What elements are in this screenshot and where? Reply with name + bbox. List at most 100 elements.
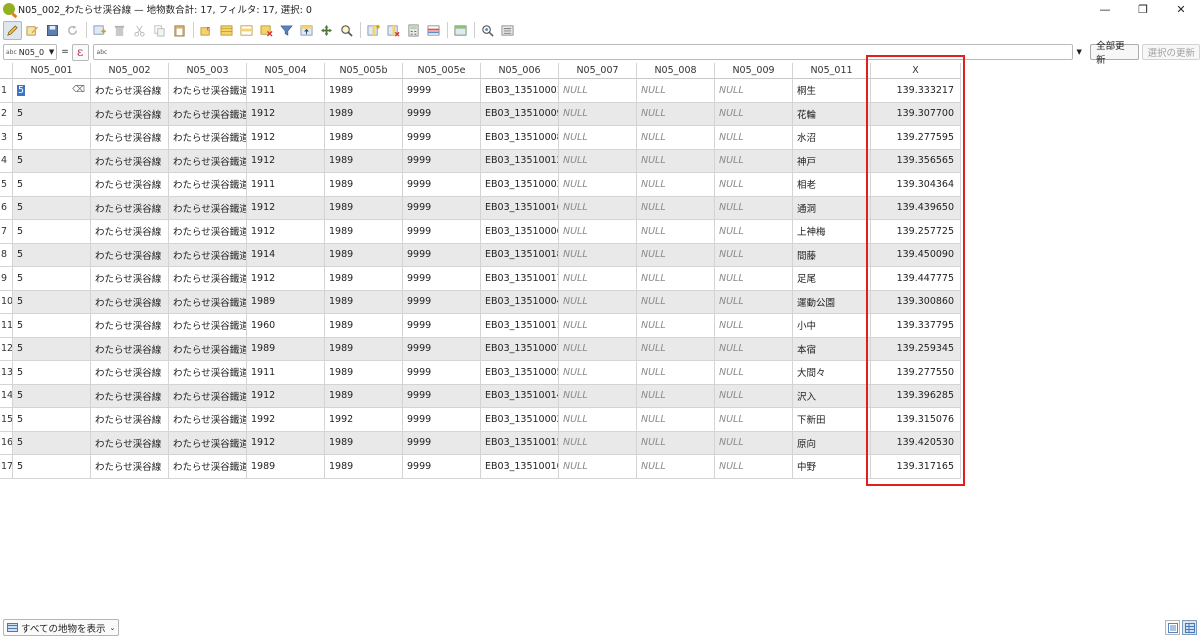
table-cell[interactable]: EB03_13510018: [481, 243, 559, 267]
table-cell[interactable]: わたらせ渓谷線: [91, 408, 169, 432]
column-header[interactable]: N05_001: [13, 63, 91, 79]
table-cell[interactable]: NULL: [637, 79, 715, 103]
table-cell[interactable]: 1989: [325, 173, 403, 197]
table-cell[interactable]: 通洞: [793, 196, 871, 220]
table-cell[interactable]: わたらせ渓谷鐵道: [169, 173, 247, 197]
table-cell[interactable]: NULL: [637, 220, 715, 244]
row-number[interactable]: 15: [0, 408, 13, 432]
conditional-formatting-button[interactable]: [424, 21, 443, 40]
toggle-editing-button[interactable]: [3, 20, 22, 40]
table-cell[interactable]: NULL: [637, 455, 715, 479]
table-row[interactable]: 6 5 わたらせ渓谷線 わたらせ渓谷鐵道 1912 1989 9999 EB03_135100…: [0, 196, 961, 220]
table-cell[interactable]: 1912: [247, 384, 325, 408]
table-cell[interactable]: 9999: [403, 79, 481, 103]
table-cell[interactable]: 5: [13, 267, 91, 291]
table-cell[interactable]: EB03_13510004: [481, 290, 559, 314]
table-cell[interactable]: NULL: [559, 455, 637, 479]
table-cell[interactable]: わたらせ渓谷線: [91, 290, 169, 314]
table-cell[interactable]: EB03_13510005: [481, 361, 559, 385]
table-cell[interactable]: 139.333217: [871, 79, 961, 103]
table-row[interactable]: 15 5 わたらせ渓谷線 わたらせ渓谷鐵道 1992 1992 9999 EB03_13510…: [0, 408, 961, 432]
row-number[interactable]: 17: [0, 455, 13, 479]
table-cell[interactable]: 1912: [247, 267, 325, 291]
row-number[interactable]: 14: [0, 384, 13, 408]
table-row[interactable]: 14 5 わたらせ渓谷線 わたらせ渓谷鐵道 1912 1989 9999 EB03_13510…: [0, 384, 961, 408]
table-cell[interactable]: わたらせ渓谷鐵道: [169, 408, 247, 432]
table-cell[interactable]: EB03_13510014: [481, 384, 559, 408]
table-cell[interactable]: 139.337795: [871, 314, 961, 338]
table-cell[interactable]: EB03_13510016: [481, 196, 559, 220]
table-row[interactable]: 7 5 わたらせ渓谷線 わたらせ渓谷鐵道 1912 1989 9999 EB03_135100…: [0, 220, 961, 244]
table-cell[interactable]: わたらせ渓谷鐵道: [169, 220, 247, 244]
table-cell[interactable]: 足尾: [793, 267, 871, 291]
table-cell[interactable]: NULL: [559, 173, 637, 197]
table-cell[interactable]: 1989: [325, 455, 403, 479]
table-cell[interactable]: NULL: [715, 243, 793, 267]
table-cell[interactable]: 9999: [403, 173, 481, 197]
table-cell[interactable]: NULL: [715, 431, 793, 455]
table-cell[interactable]: 139.439650: [871, 196, 961, 220]
row-number[interactable]: 16: [0, 431, 13, 455]
table-cell[interactable]: NULL: [559, 196, 637, 220]
row-number[interactable]: 5: [0, 173, 13, 197]
table-cell[interactable]: 5: [13, 196, 91, 220]
table-cell[interactable]: 5: [13, 337, 91, 361]
table-cell[interactable]: 9999: [403, 220, 481, 244]
table-cell[interactable]: 9999: [403, 149, 481, 173]
table-cell[interactable]: 1992: [247, 408, 325, 432]
table-cell[interactable]: NULL: [559, 243, 637, 267]
clear-icon[interactable]: ⌫: [72, 85, 85, 95]
table-cell[interactable]: わたらせ渓谷線: [91, 384, 169, 408]
table-cell[interactable]: NULL: [637, 126, 715, 150]
table-cell[interactable]: NULL: [637, 243, 715, 267]
table-cell[interactable]: 139.317165: [871, 455, 961, 479]
table-cell[interactable]: EB03_13510011: [481, 314, 559, 338]
table-cell[interactable]: 5: [13, 220, 91, 244]
table-cell[interactable]: NULL: [559, 267, 637, 291]
deselect-all-button[interactable]: [257, 21, 276, 40]
row-number[interactable]: 10: [0, 290, 13, 314]
table-cell[interactable]: EB03_13510009: [481, 102, 559, 126]
form-view-button[interactable]: [1165, 620, 1180, 635]
table-cell[interactable]: 139.450090: [871, 243, 961, 267]
table-cell[interactable]: 9999: [403, 243, 481, 267]
table-cell[interactable]: 5 ⌫: [13, 79, 91, 103]
table-cell[interactable]: NULL: [559, 290, 637, 314]
expression-builder-button[interactable]: ε: [71, 43, 89, 61]
table-cell[interactable]: EB03_13510015: [481, 431, 559, 455]
row-number[interactable]: 3: [0, 126, 13, 150]
table-cell[interactable]: 9999: [403, 196, 481, 220]
column-header[interactable]: N05_005b: [325, 63, 403, 79]
table-cell[interactable]: 9999: [403, 455, 481, 479]
table-cell[interactable]: NULL: [637, 337, 715, 361]
table-cell[interactable]: 1989: [325, 220, 403, 244]
table-cell[interactable]: NULL: [559, 102, 637, 126]
table-cell[interactable]: わたらせ渓谷鐵道: [169, 290, 247, 314]
table-cell[interactable]: 5: [13, 455, 91, 479]
table-cell[interactable]: 5: [13, 290, 91, 314]
table-cell[interactable]: 1912: [247, 149, 325, 173]
dock-attribute-table-button[interactable]: [451, 21, 470, 40]
table-cell[interactable]: 1960: [247, 314, 325, 338]
select-all-button[interactable]: [217, 21, 236, 40]
table-cell[interactable]: NULL: [715, 408, 793, 432]
table-cell[interactable]: NULL: [715, 455, 793, 479]
column-header[interactable]: N05_007: [559, 63, 637, 79]
actions-button[interactable]: [478, 21, 497, 40]
multi-edit-button[interactable]: [23, 21, 42, 40]
column-header[interactable]: N05_002: [91, 63, 169, 79]
table-cell[interactable]: 139.300860: [871, 290, 961, 314]
table-cell[interactable]: 上神梅: [793, 220, 871, 244]
table-cell[interactable]: 139.277550: [871, 361, 961, 385]
table-cell[interactable]: 139.396285: [871, 384, 961, 408]
table-cell[interactable]: NULL: [637, 149, 715, 173]
table-cell[interactable]: 1989: [325, 79, 403, 103]
table-cell[interactable]: 花輪: [793, 102, 871, 126]
row-number[interactable]: 4: [0, 149, 13, 173]
new-field-button[interactable]: [364, 21, 383, 40]
select-by-expression-button[interactable]: ε: [197, 21, 216, 40]
table-cell[interactable]: 5: [13, 126, 91, 150]
table-cell[interactable]: わたらせ渓谷線: [91, 102, 169, 126]
table-cell[interactable]: わたらせ渓谷線: [91, 267, 169, 291]
table-cell[interactable]: 1989: [325, 267, 403, 291]
